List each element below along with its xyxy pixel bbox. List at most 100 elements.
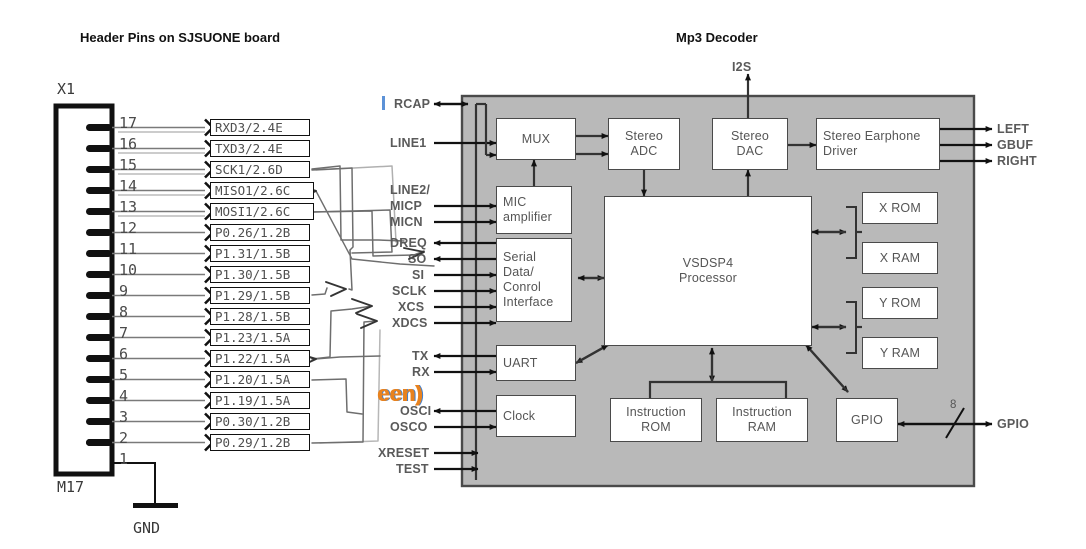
net-label-box[interactable]: P1.30/1.5B — [210, 266, 310, 283]
net-label-box[interactable]: P1.31/1.5B — [210, 245, 310, 262]
net-label-box[interactable]: P1.20/1.5A — [210, 371, 310, 388]
block-label: Stereo DAC — [730, 129, 770, 158]
chip-pin-so: SO — [408, 252, 427, 266]
net-label: TXD3/2.4E — [215, 141, 283, 156]
pin-number: 17 — [119, 114, 138, 132]
block-x-rom[interactable]: X ROM — [862, 192, 938, 224]
schematic-canvas: Header Pins on SJSUONE board Mp3 Decoder… — [0, 0, 1086, 549]
block-y-rom[interactable]: Y ROM — [862, 287, 938, 319]
chip-pin-xcs: XCS — [398, 300, 425, 314]
chip-pin-tx: TX — [412, 349, 429, 363]
block-label: Instruction RAM — [732, 405, 792, 434]
block-serial-data-control-interface[interactable]: Serial Data/ Conrol Interface — [496, 238, 572, 322]
chip-pin-gpio: GPIO — [997, 417, 1030, 431]
chip-pin-i2s: I2S — [732, 60, 752, 74]
block-label: X ROM — [879, 200, 921, 215]
pin-number: 5 — [119, 366, 129, 384]
pin-number: 13 — [119, 198, 138, 216]
net-label-box[interactable]: SCK1/2.6D — [210, 161, 310, 178]
block-label: Stereo ADC — [624, 129, 664, 158]
net-label-box[interactable]: P1.23/1.5A — [210, 329, 310, 346]
block-y-ram[interactable]: Y RAM — [862, 337, 938, 369]
net-label: P1.29/1.5B — [215, 288, 291, 303]
block-label: Y ROM — [879, 295, 921, 310]
net-label: P1.23/1.5A — [215, 330, 291, 345]
chip-pin-right: RIGHT — [997, 154, 1037, 168]
block-mic-amplifier[interactable]: MIC amplifier — [496, 186, 572, 234]
net-label: P1.28/1.5B — [215, 309, 291, 324]
chip-pin-test: TEST — [396, 462, 429, 476]
net-label: P1.22/1.5A — [215, 351, 291, 366]
net-label: MOSI1/2.6C — [215, 204, 291, 219]
block-label: Y RAM — [879, 345, 921, 360]
block-label: Instruction ROM — [626, 405, 686, 434]
block-label: GPIO — [850, 412, 884, 427]
pin-number: 14 — [119, 177, 138, 195]
net-label-box[interactable]: TXD3/2.4E — [210, 140, 310, 157]
block-vsdsp4-processor[interactable]: VSDSP4 Processor — [604, 196, 812, 346]
chip-pin-dreq: DREQ — [390, 236, 427, 250]
pin-number: 2 — [119, 429, 129, 447]
pin-number: 6 — [119, 345, 129, 363]
net-label: P1.19/1.5A — [215, 393, 291, 408]
pin-number: 12 — [119, 219, 138, 237]
chip-pin-left: LEFT — [997, 122, 1030, 136]
net-label-box[interactable]: P0.29/1.2B — [210, 434, 310, 451]
net-label: SCK1/2.6D — [215, 162, 283, 177]
net-label-box[interactable]: MOSI1/2.6C — [210, 203, 314, 220]
block-label: MUX — [521, 131, 551, 146]
chip-pin-micp: MICP — [390, 199, 423, 213]
block-instruction-ram[interactable]: Instruction RAM — [716, 398, 808, 442]
block-label: Serial Data/ Conrol Interface — [503, 250, 554, 309]
net-label-box[interactable]: P1.28/1.5B — [210, 308, 310, 325]
block-label: MIC amplifier — [503, 195, 553, 224]
block-stereo-adc[interactable]: Stereo ADC — [608, 118, 680, 170]
net-label-box[interactable]: RXD3/2.4E — [210, 119, 310, 136]
pin-number: 11 — [119, 240, 138, 258]
block-mux[interactable]: MUX — [496, 118, 576, 160]
chip-pin-rcap: RCAP — [394, 97, 431, 111]
chip-pin-micn: MICN — [390, 215, 423, 229]
block-label: Stereo Earphone Driver — [823, 129, 921, 158]
net-label-box[interactable]: P1.22/1.5A — [210, 350, 310, 367]
chip-pin-rx: RX — [412, 365, 430, 379]
pin-number: 8 — [119, 303, 129, 321]
net-label: P0.30/1.2B — [215, 414, 291, 429]
net-label: P1.30/1.5B — [215, 267, 291, 282]
net-label-box[interactable]: P1.29/1.5B — [210, 287, 310, 304]
pin-number: 3 — [119, 408, 129, 426]
block-x-ram[interactable]: X RAM — [862, 242, 938, 274]
scan-artifact-tick — [382, 96, 385, 110]
pin-number: 4 — [119, 387, 129, 405]
chip-pin-si: SI — [412, 268, 425, 282]
net-label-box[interactable]: MISO1/2.6C — [210, 182, 314, 199]
net-label: P1.20/1.5A — [215, 372, 291, 387]
net-label-box[interactable]: P0.30/1.2B — [210, 413, 310, 430]
pin-number: 10 — [119, 261, 138, 279]
net-label: P0.29/1.2B — [215, 435, 291, 450]
pin-number: 15 — [119, 156, 138, 174]
chip-pin-xdcs: XDCS — [392, 316, 428, 330]
net-label: RXD3/2.4E — [215, 120, 283, 135]
block-clock[interactable]: Clock — [496, 395, 576, 437]
net-label: P1.31/1.5B — [215, 246, 291, 261]
chip-pin-sclk: SCLK — [392, 284, 427, 298]
pin-number: 7 — [119, 324, 129, 342]
net-label-box[interactable]: P1.19/1.5A — [210, 392, 310, 409]
block-label: UART — [503, 355, 538, 370]
bus-width-label: 8 — [950, 399, 957, 411]
block-stereo-earphone-driver[interactable]: Stereo Earphone Driver — [816, 118, 940, 170]
net-label-box[interactable]: P0.26/1.2B — [210, 224, 310, 241]
block-gpio[interactable]: GPIO — [836, 398, 898, 442]
block-instruction-rom[interactable]: Instruction ROM — [610, 398, 702, 442]
block-stereo-dac[interactable]: Stereo DAC — [712, 118, 788, 170]
block-label: X RAM — [879, 250, 921, 265]
pin-number: 9 — [119, 282, 129, 300]
chip-pin-gbuf: GBUF — [997, 138, 1034, 152]
chip-pin-line1: LINE1 — [390, 136, 427, 150]
net-label: P0.26/1.2B — [215, 225, 291, 240]
chip-pin-line2: LINE2/ — [390, 183, 431, 197]
pin-number: 16 — [119, 135, 138, 153]
block-label: VSDSP4 Processor — [678, 256, 738, 285]
block-uart[interactable]: UART — [496, 345, 576, 381]
